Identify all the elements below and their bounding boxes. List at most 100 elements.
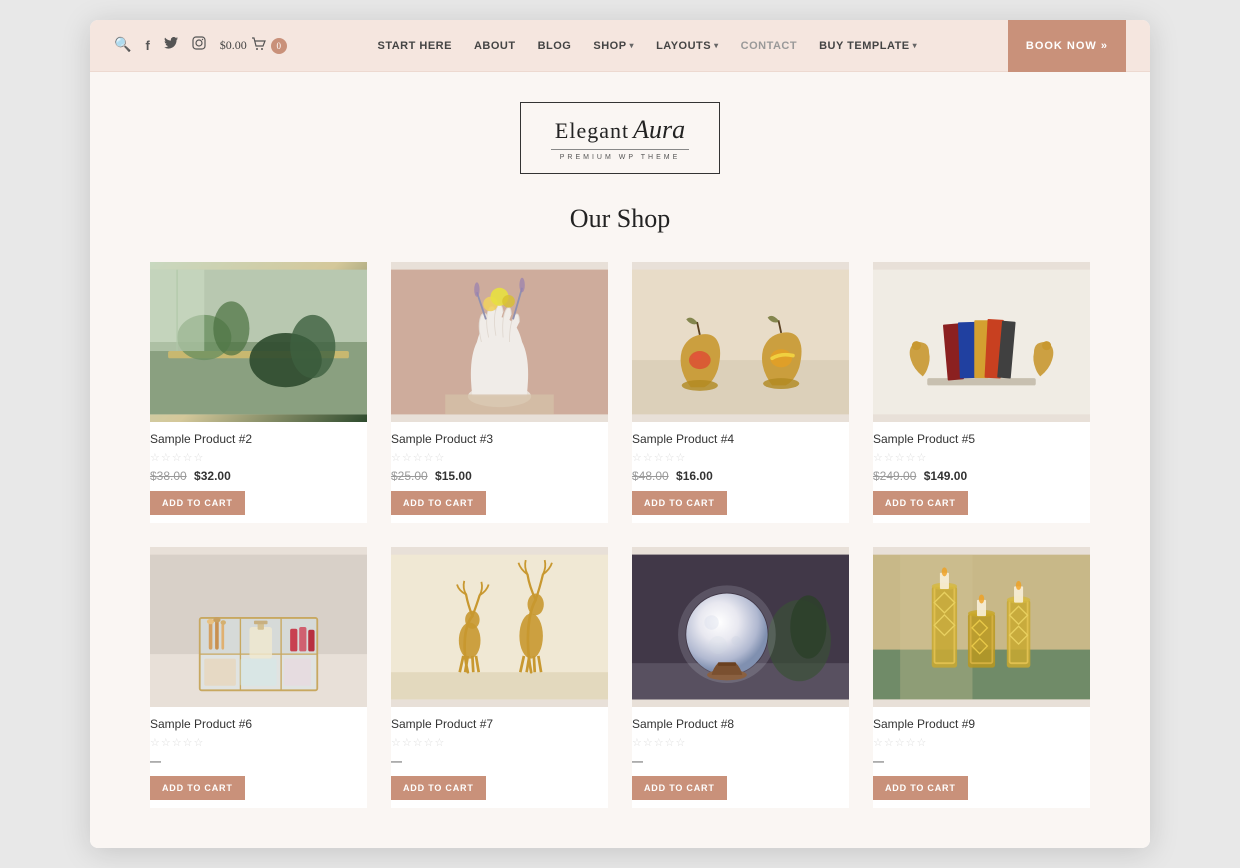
product-stars-p6: ☆ ☆ ☆ ☆ ☆ [150,736,367,749]
product-image-p8 [632,547,849,707]
nav-blog[interactable]: BLOG [538,40,572,52]
add-to-cart-p5[interactable]: ADD TO CART [873,491,968,515]
product-stars-p5: ☆ ☆ ☆ ☆ ☆ [873,451,1090,464]
product-name-p4: Sample Product #4 [632,432,849,446]
product-price-p4: $48.00 $16.00 [632,469,849,483]
product-image-p6 [150,547,367,707]
navbar-left: 🔍 f $0.00 0 [114,36,287,55]
nav-layouts[interactable]: LAYOUTS ▾ [656,40,719,52]
product-info-p6: Sample Product #6 ☆ ☆ ☆ ☆ ☆ — ADD TO CAR… [150,707,367,808]
product-price-p2: $38.00 $32.00 [150,469,367,483]
product-info-p9: Sample Product #9 ☆ ☆ ☆ ☆ ☆ — ADD TO CAR… [873,707,1090,808]
nav-shop[interactable]: SHOP ▾ [593,40,634,52]
twitter-icon[interactable] [164,37,178,54]
nav-about[interactable]: ABOUT [474,40,516,52]
product-price-p5: $249.00 $149.00 [873,469,1090,483]
logo-name-script: Aura [633,115,685,145]
product-card-p4[interactable]: Sample Product #4 ☆ ☆ ☆ ☆ ☆ $48.00 $16.0… [632,262,849,523]
product-card-p3[interactable]: Sample Product #3 ☆ ☆ ☆ ☆ ☆ $25.00 $15.0… [391,262,608,523]
nav-start-here[interactable]: START HERE [378,40,452,52]
star-3: ☆ [172,451,182,464]
product-grid: Sample Product #2 ☆ ☆ ☆ ☆ ☆ $38.00 $32.0… [150,262,1090,808]
facebook-icon[interactable]: f [145,38,149,53]
price-display: $0.00 [220,38,247,53]
star-1: ☆ [150,451,160,464]
product-image-p3 [391,262,608,422]
product-name-p6: Sample Product #6 [150,717,367,731]
product-name-p9: Sample Product #9 [873,717,1090,731]
product-stars-p4: ☆ ☆ ☆ ☆ ☆ [632,451,849,464]
product-info-p5: Sample Product #5 ☆ ☆ ☆ ☆ ☆ $249.00 $149… [873,422,1090,523]
search-icon[interactable]: 🔍 [114,37,131,54]
buy-template-arrow-icon: ▾ [913,41,918,50]
product-card-p8[interactable]: Sample Product #8 ☆ ☆ ☆ ☆ ☆ — ADD TO CAR… [632,547,849,808]
product-image-p5 [873,262,1090,422]
original-price-p5: $249.00 [873,469,916,483]
add-to-cart-p9[interactable]: ADD TO CART [873,776,968,800]
shop-arrow-icon: ▾ [630,41,635,50]
add-to-cart-p3[interactable]: ADD TO CART [391,491,486,515]
product-card-p7[interactable]: Sample Product #7 ☆ ☆ ☆ ☆ ☆ — ADD TO CAR… [391,547,608,808]
navbar-center: START HERE ABOUT BLOG SHOP ▾ LAYOUTS ▾ C… [378,40,918,52]
product-stars-p7: ☆ ☆ ☆ ☆ ☆ [391,736,608,749]
sale-price-p6: — [150,756,161,768]
product-info-p2: Sample Product #2 ☆ ☆ ☆ ☆ ☆ $38.00 $32.0… [150,422,367,523]
product-image-p7 [391,547,608,707]
product-image-p2 [150,262,367,422]
product-card-p6[interactable]: Sample Product #6 ☆ ☆ ☆ ☆ ☆ — ADD TO CAR… [150,547,367,808]
sale-price-p5: $149.00 [924,469,967,483]
product-name-p2: Sample Product #2 [150,432,367,446]
original-price-p3: $25.00 [391,469,428,483]
product-price-p9: — [873,754,1090,768]
logo-box: Elegant Aura PREMIUM WP THEME [520,102,720,174]
logo-container: Elegant Aura PREMIUM WP THEME [150,102,1090,174]
sale-price-p9: — [873,756,884,768]
product-info-p7: Sample Product #7 ☆ ☆ ☆ ☆ ☆ — ADD TO CAR… [391,707,608,808]
product-stars-p3: ☆ ☆ ☆ ☆ ☆ [391,451,608,464]
original-price-p2: $38.00 [150,469,187,483]
star-5: ☆ [194,451,204,464]
product-card-p2[interactable]: Sample Product #2 ☆ ☆ ☆ ☆ ☆ $38.00 $32.0… [150,262,367,523]
main-content: Elegant Aura PREMIUM WP THEME Our Shop [90,72,1150,848]
product-info-p8: Sample Product #8 ☆ ☆ ☆ ☆ ☆ — ADD TO CAR… [632,707,849,808]
product-price-p7: — [391,754,608,768]
nav-buy-template[interactable]: BUY TEMPLATE ▾ [819,40,917,52]
product-stars-p2: ☆ ☆ ☆ ☆ ☆ [150,451,367,464]
product-name-p8: Sample Product #8 [632,717,849,731]
add-to-cart-p4[interactable]: ADD TO CART [632,491,727,515]
sale-price-p2: $32.00 [194,469,231,483]
logo-subtitle: PREMIUM WP THEME [551,149,689,161]
product-card-p9[interactable]: Sample Product #9 ☆ ☆ ☆ ☆ ☆ — ADD TO CAR… [873,547,1090,808]
add-to-cart-p7[interactable]: ADD TO CART [391,776,486,800]
instagram-icon[interactable] [192,36,206,55]
layouts-arrow-icon: ▾ [714,41,719,50]
star-4: ☆ [183,451,193,464]
add-to-cart-p6[interactable]: ADD TO CART [150,776,245,800]
navbar: 🔍 f $0.00 0 START HERE ABOUT BLOG SHOP [90,20,1150,72]
logo-text: Elegant Aura [551,115,689,145]
navbar-right: BOOK NOW » [1008,20,1126,72]
shop-title: Our Shop [150,204,1090,234]
product-price-p3: $25.00 $15.00 [391,469,608,483]
product-name-p7: Sample Product #7 [391,717,608,731]
sale-price-p4: $16.00 [676,469,713,483]
product-image-p9 [873,547,1090,707]
product-stars-p8: ☆ ☆ ☆ ☆ ☆ [632,736,849,749]
product-price-p8: — [632,754,849,768]
product-stars-p9: ☆ ☆ ☆ ☆ ☆ [873,736,1090,749]
product-info-p4: Sample Product #4 ☆ ☆ ☆ ☆ ☆ $48.00 $16.0… [632,422,849,523]
cart-price-area: $0.00 0 [220,37,287,55]
product-price-p6: — [150,754,367,768]
add-to-cart-p8[interactable]: ADD TO CART [632,776,727,800]
star-2: ☆ [161,451,171,464]
add-to-cart-p2[interactable]: ADD TO CART [150,491,245,515]
sale-price-p3: $15.00 [435,469,472,483]
product-name-p5: Sample Product #5 [873,432,1090,446]
product-name-p3: Sample Product #3 [391,432,608,446]
product-card-p5[interactable]: Sample Product #5 ☆ ☆ ☆ ☆ ☆ $249.00 $149… [873,262,1090,523]
nav-contact[interactable]: CONTACT [741,40,797,52]
book-now-button[interactable]: BOOK NOW » [1008,20,1126,72]
product-image-p4 [632,262,849,422]
sale-price-p8: — [632,756,643,768]
cart-icon[interactable] [251,37,267,55]
